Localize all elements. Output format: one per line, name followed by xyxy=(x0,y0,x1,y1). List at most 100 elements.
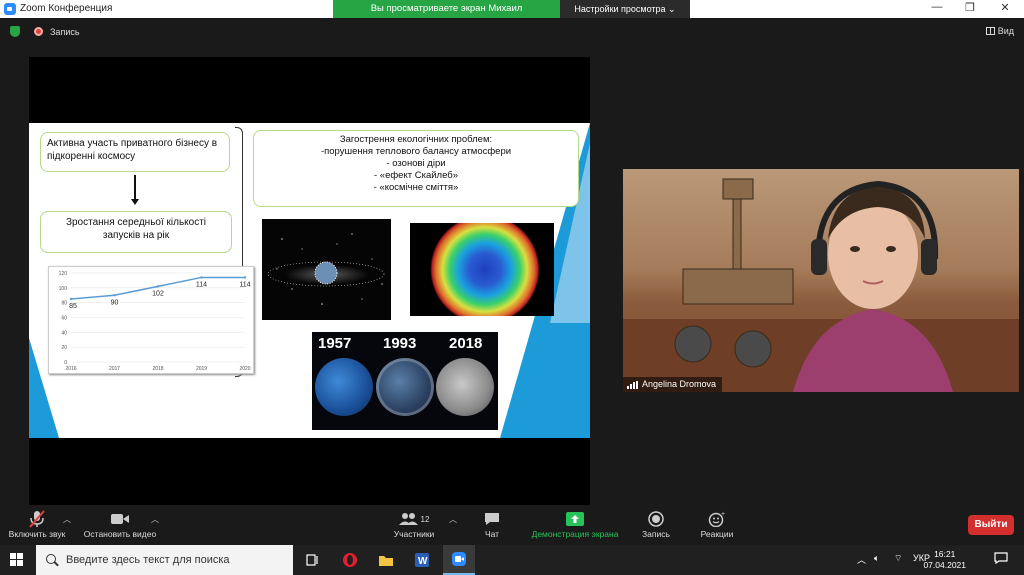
zoom-taskbar-app[interactable] xyxy=(443,545,475,575)
record-indicator-icon xyxy=(34,27,43,36)
data-point xyxy=(200,276,203,279)
x-tick-label: 2018 xyxy=(152,366,163,372)
video-frame xyxy=(623,178,1019,392)
windows-taskbar: Введите здесь текст для поиска W ︿ 🔈︎ ⌔ … xyxy=(0,545,1024,575)
private-business-box: Активна участь приватного бізнесу в підк… xyxy=(40,132,230,172)
share-screen-icon xyxy=(566,512,584,526)
leave-meeting-button[interactable]: Выйти xyxy=(968,515,1014,535)
share-screen-button[interactable]: Демонстрация экрана xyxy=(527,509,623,539)
record-icon xyxy=(648,511,664,527)
search-placeholder: Введите здесь текст для поиска xyxy=(66,554,230,566)
space-debris-image xyxy=(262,219,391,320)
word-icon: W xyxy=(415,553,429,567)
presentation-slide: Активна участь приватного бізнесу в підк… xyxy=(29,123,590,438)
year-label: 1957 xyxy=(318,335,352,352)
meeting-toolbar: Включить звук ︿ Остановить видео ︿ 12 Уч… xyxy=(0,505,1024,545)
network-icon[interactable]: ⌔ xyxy=(894,553,902,564)
reactions-label: Реакции xyxy=(700,529,734,539)
earth-icon xyxy=(315,358,373,416)
signal-strength-icon xyxy=(627,380,638,389)
earth-icon xyxy=(376,358,434,416)
close-button[interactable]: ✕ xyxy=(990,1,1020,14)
volume-icon[interactable]: 🔈︎ xyxy=(874,553,879,564)
year-label: 2018 xyxy=(449,335,483,352)
chat-button[interactable]: Чат xyxy=(476,509,508,539)
zoom-logo-icon xyxy=(4,3,16,15)
x-tick-label: 2020 xyxy=(239,366,250,372)
folder-icon xyxy=(379,556,393,566)
launches-growth-box: Зростання середньої кількості запусків н… xyxy=(40,211,232,253)
opera-icon xyxy=(343,553,357,567)
task-view-button[interactable] xyxy=(297,545,329,575)
taskbar-clock[interactable]: 16:21 07.04.2021 xyxy=(923,549,966,571)
chart-svg: 0204060801001202016 2017 2018 2019 202085901… xyxy=(59,271,251,372)
maximize-button[interactable]: ❐ xyxy=(955,1,985,14)
task-view-icon xyxy=(306,554,318,566)
participants-count: 12 xyxy=(420,514,430,524)
x-tick-label: 2017 xyxy=(109,366,120,372)
show-hidden-icons-icon[interactable]: ︿ xyxy=(857,553,866,566)
view-label: Вид xyxy=(997,26,1014,36)
data-point xyxy=(113,294,116,297)
arrow-down-icon xyxy=(131,175,139,205)
unmute-button[interactable]: Включить звук xyxy=(6,509,68,539)
data-label: 114 xyxy=(196,281,207,288)
audio-options-caret-icon[interactable]: ︿ xyxy=(63,514,71,525)
participants-caret-icon[interactable]: ︿ xyxy=(449,514,457,525)
meeting-status-bar: Запись Вид xyxy=(0,18,1024,44)
data-label: 90 xyxy=(111,299,119,306)
earth-icon xyxy=(436,358,494,416)
record-button[interactable]: Запись xyxy=(637,509,675,539)
smile-icon: + xyxy=(708,511,725,527)
eco-line: -порушення теплового балансу атмосфери xyxy=(320,146,512,157)
clock-date: 07.04.2021 xyxy=(923,560,966,570)
chat-icon xyxy=(485,513,499,525)
windows-start-icon[interactable] xyxy=(10,553,24,567)
unmute-label: Включить звук xyxy=(8,529,66,539)
record-label: Запись xyxy=(642,529,670,539)
word-taskbar-app[interactable]: W xyxy=(406,545,438,575)
clock-time: 16:21 xyxy=(934,549,956,559)
data-point xyxy=(243,276,247,279)
launches-chart: 0 20 40 60 80 100 120 2016 2017 2018 2019 2020 85 90 1… xyxy=(48,266,254,374)
stop-video-button[interactable]: Остановить видео xyxy=(80,509,160,539)
participant-name: Angelina Dromova xyxy=(642,379,717,389)
screen-share-banner: Вы просматриваете экран Михаил Блощицын … xyxy=(333,0,690,32)
svg-text:W: W xyxy=(418,556,428,567)
taskbar-search-input[interactable]: Введите здесь текст для поиска xyxy=(36,545,293,575)
ecological-problems-box: Загострення екологічних проблем: -поруше… xyxy=(253,130,579,207)
shield-icon[interactable] xyxy=(10,26,20,37)
opera-taskbar-app[interactable] xyxy=(334,545,366,575)
eco-line: - «космічне сміття» xyxy=(373,182,459,193)
y-tick-label: 120 xyxy=(59,271,68,277)
minimize-button[interactable]: — xyxy=(922,1,952,13)
y-tick-label: 20 xyxy=(61,345,67,351)
data-label: 85 xyxy=(69,303,77,310)
reactions-button[interactable]: + Реакции xyxy=(697,509,737,539)
view-options-button[interactable]: Настройки просмотра ⌄ xyxy=(560,0,690,18)
eco-line: - «ефект Скайлеб» xyxy=(374,170,458,181)
year-label: 1993 xyxy=(383,335,417,352)
participants-button[interactable]: 12 Участники xyxy=(388,509,440,539)
video-options-caret-icon[interactable]: ︿ xyxy=(151,514,159,525)
eco-line: Загострення екологічних проблем: xyxy=(339,134,493,145)
eco-line: - озонові діри xyxy=(386,158,446,169)
data-point xyxy=(156,285,160,288)
view-button[interactable]: Вид xyxy=(985,26,1014,36)
space-debris-timeline-image: 1957 1993 2018 xyxy=(312,332,498,430)
x-tick-label: 2019 xyxy=(196,366,207,372)
notification-center-icon xyxy=(994,552,1008,565)
y-tick-label: 80 xyxy=(61,301,67,307)
search-icon xyxy=(46,554,56,564)
data-label: 114 xyxy=(239,281,250,288)
share-message: Вы просматриваете экран Михаил Блощицын xyxy=(333,0,560,32)
window-title: Zoom Конференция xyxy=(20,3,113,14)
participant-name-tag: Angelina Dromova xyxy=(623,377,723,392)
file-explorer-taskbar-app[interactable] xyxy=(370,545,402,575)
data-point xyxy=(69,297,73,301)
notifications-icon[interactable] xyxy=(994,552,1008,566)
microphone-muted-icon xyxy=(29,510,45,528)
y-tick-label: 100 xyxy=(59,286,68,292)
participants-label: Участники xyxy=(393,529,435,539)
participant-video[interactable]: Angelina Dromova xyxy=(623,169,1019,392)
